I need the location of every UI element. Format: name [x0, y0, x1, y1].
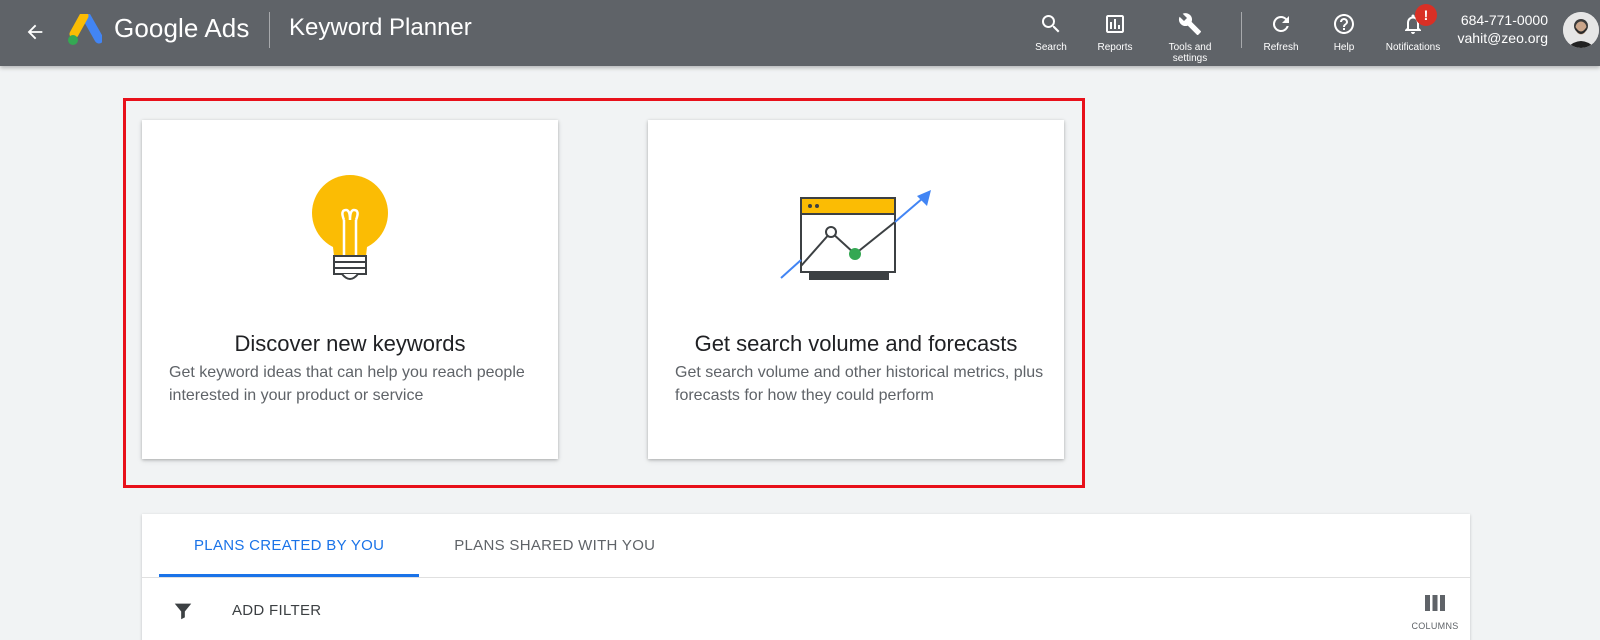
reports-icon	[1090, 8, 1140, 36]
refresh-button[interactable]: Refresh	[1258, 8, 1304, 53]
card-description: Get keyword ideas that can help you reac…	[169, 364, 525, 404]
toolbar-divider	[1241, 12, 1242, 48]
card-title: Get search volume and forecasts	[694, 331, 1018, 356]
refresh-label: Refresh	[1263, 42, 1299, 53]
notifications-button[interactable]: Notifications !	[1382, 4, 1444, 53]
page-title: Keyword Planner	[289, 14, 472, 41]
google-ads-logo-icon	[66, 11, 104, 46]
help-label: Help	[1333, 42, 1355, 53]
account-email: vahit@zeo.org	[1457, 30, 1548, 46]
search-button[interactable]: Search	[1031, 8, 1071, 53]
tools-settings-button[interactable]: Tools and settings	[1160, 8, 1220, 64]
avatar[interactable]	[1563, 12, 1599, 48]
account-info[interactable]: 684-771-0000 vahit@zeo.org	[1454, 11, 1548, 47]
filter-icon[interactable]	[172, 600, 194, 622]
reports-label: Reports	[1097, 42, 1133, 53]
back-arrow-icon[interactable]	[18, 15, 52, 49]
brand-name: Google Ads	[114, 13, 250, 43]
card-description: Get search volume and other historical m…	[675, 364, 1044, 404]
notification-badge: !	[1415, 4, 1437, 26]
help-icon	[1326, 8, 1362, 36]
tools-label-line1: Tools and	[1168, 42, 1212, 53]
wrench-icon	[1160, 8, 1220, 36]
discover-keywords-card[interactable]: Discover new keywords Get keyword ideas …	[142, 120, 558, 459]
help-button[interactable]: Help	[1326, 8, 1362, 53]
tab-divider	[142, 577, 1470, 578]
tools-label-line2: settings	[1172, 53, 1208, 64]
columns-icon	[1410, 594, 1460, 617]
tab-plans-shared[interactable]: PLANS SHARED WITH YOU	[419, 514, 690, 577]
search-volume-card[interactable]: Get search volume and forecasts Get sear…	[648, 120, 1064, 459]
tab-plans-created[interactable]: PLANS CREATED BY YOU	[159, 514, 420, 577]
account-phone: 684-771-0000	[1460, 12, 1548, 28]
plans-tabs: PLANS CREATED BY YOU PLANS SHARED WITH Y…	[159, 514, 690, 577]
header-divider	[269, 12, 270, 48]
lightbulb-icon	[142, 168, 558, 288]
notifications-label: Notifications	[1385, 42, 1441, 53]
refresh-icon	[1258, 8, 1304, 36]
card-title: Discover new keywords	[234, 331, 466, 356]
top-app-bar: Google Ads Keyword Planner Search Report…	[0, 0, 1600, 66]
search-label: Search	[1035, 42, 1067, 53]
search-icon	[1031, 8, 1071, 36]
plans-panel: PLANS CREATED BY YOU PLANS SHARED WITH Y…	[142, 514, 1470, 640]
columns-label: COLUMNS	[1411, 621, 1459, 631]
columns-button[interactable]: COLUMNS	[1410, 594, 1460, 631]
forecast-chart-icon	[648, 168, 1064, 288]
reports-button[interactable]: Reports	[1090, 8, 1140, 53]
add-filter-button[interactable]: ADD FILTER	[232, 602, 321, 619]
